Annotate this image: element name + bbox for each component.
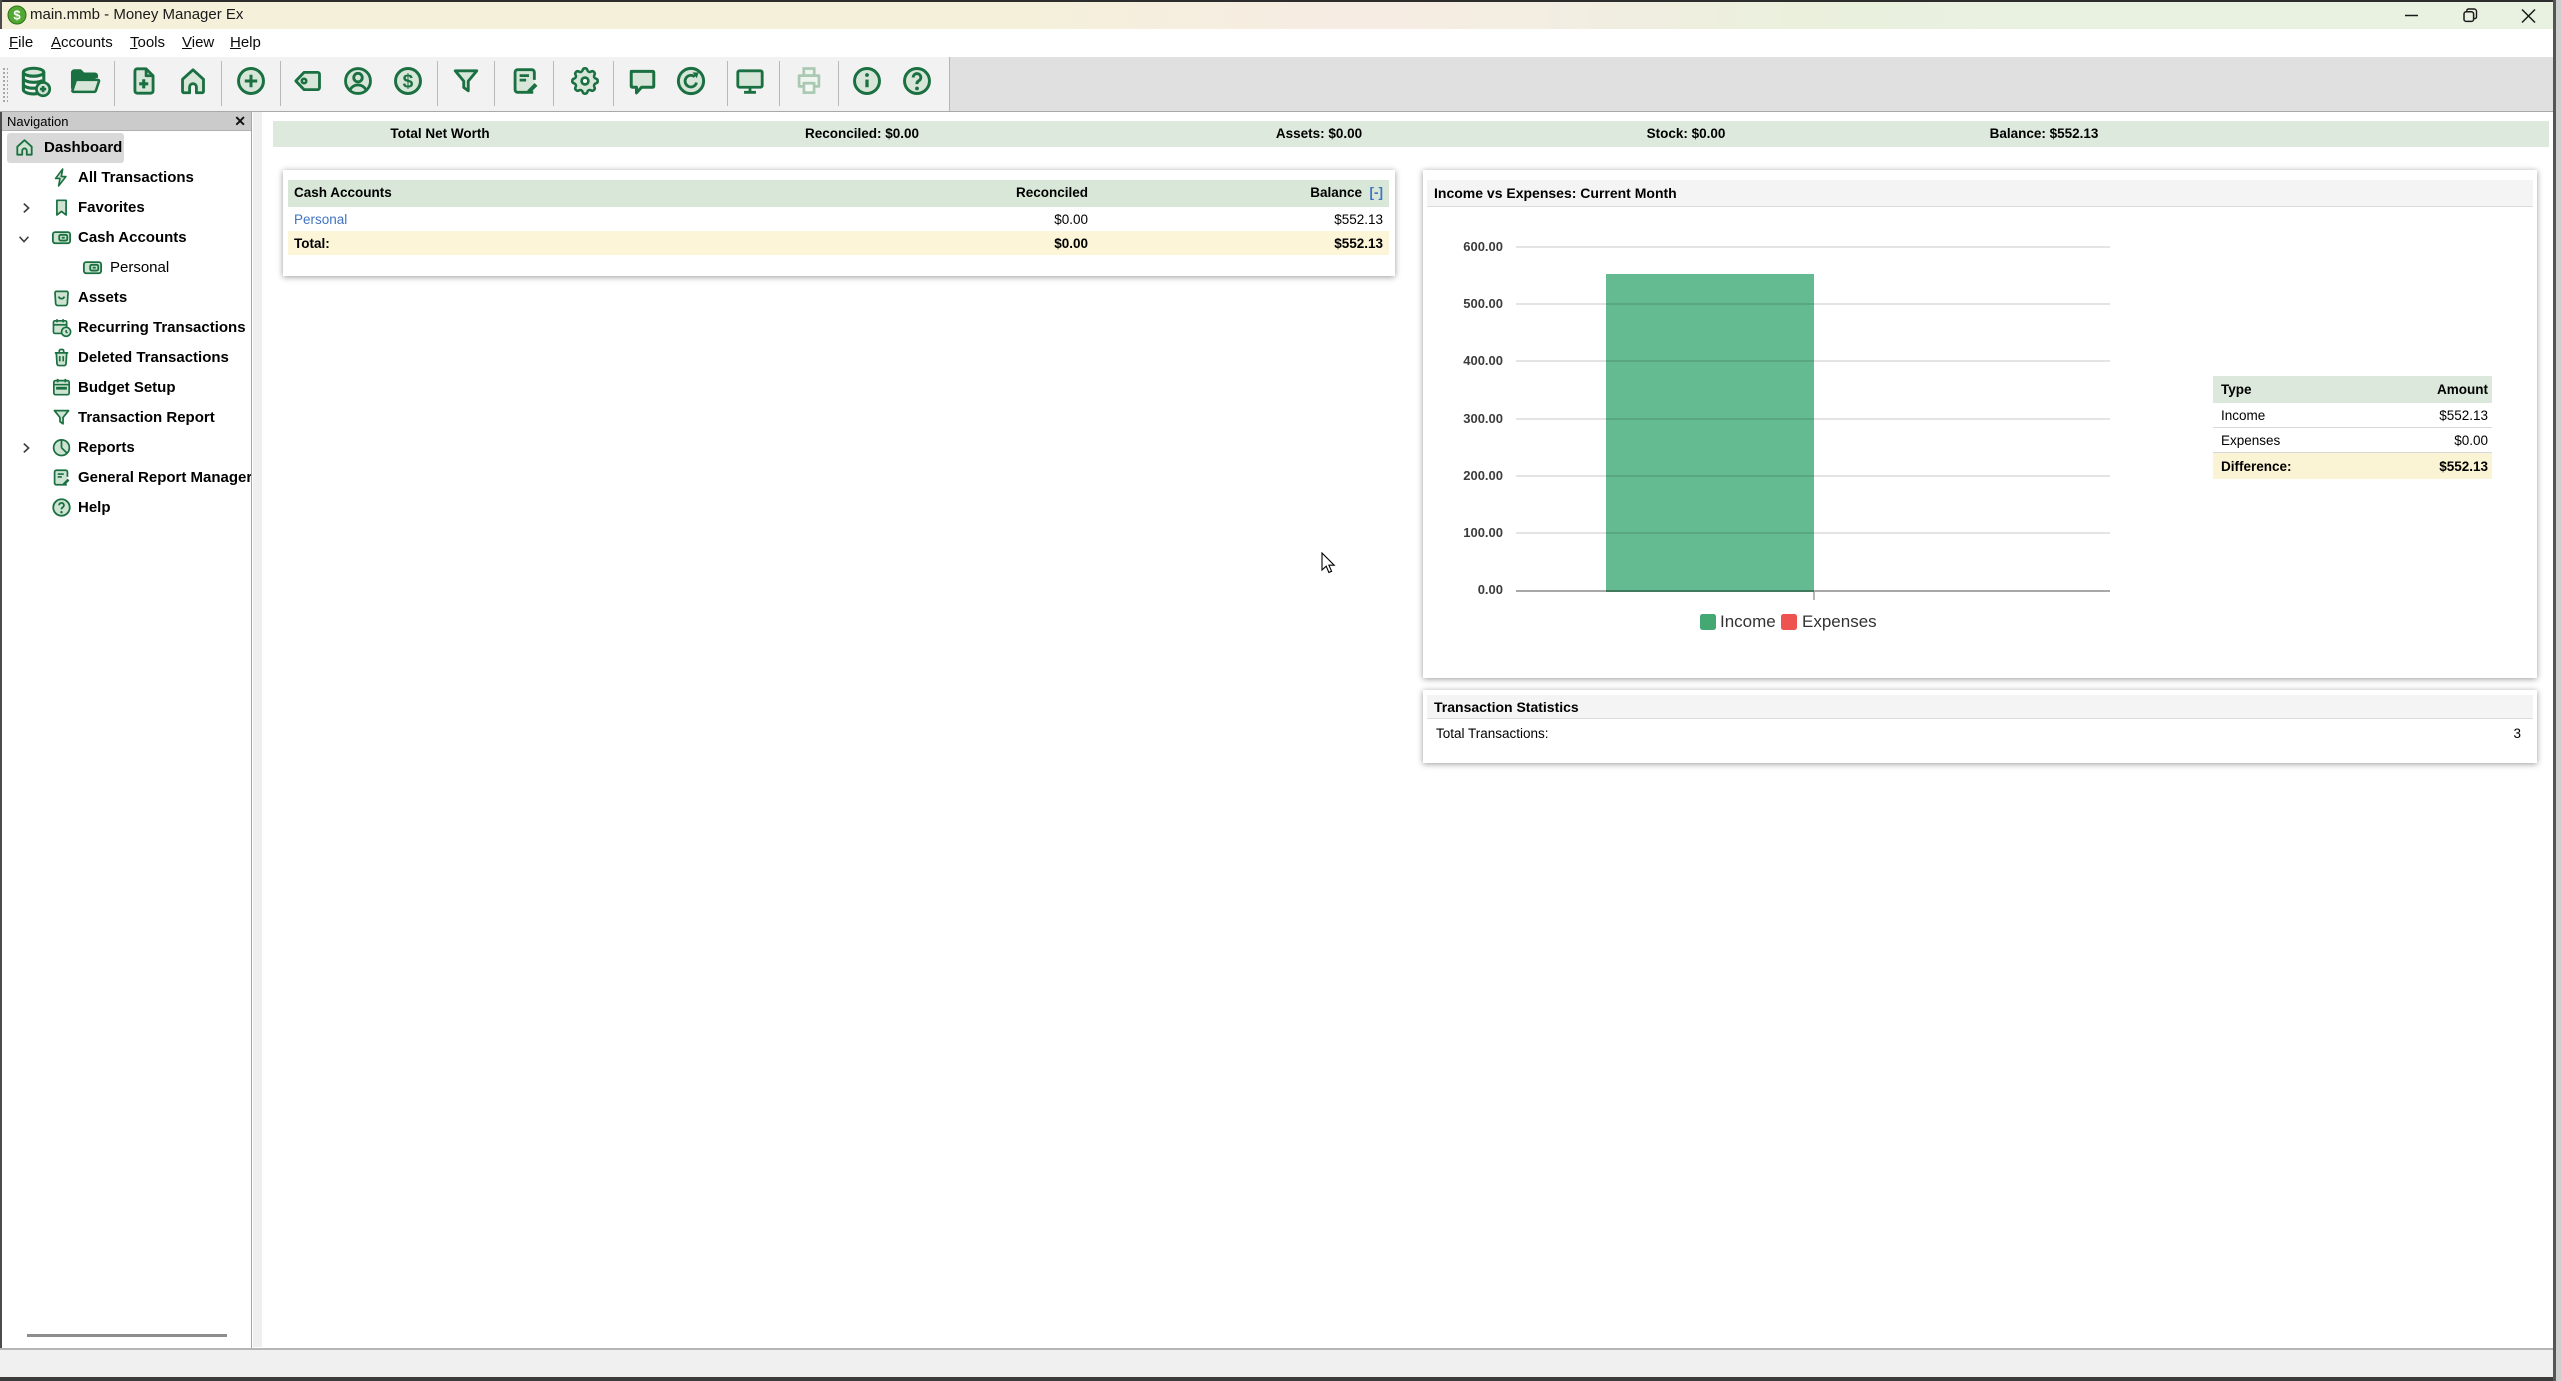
svg-text:$: $ <box>13 8 21 23</box>
svg-text:$: $ <box>403 72 414 93</box>
